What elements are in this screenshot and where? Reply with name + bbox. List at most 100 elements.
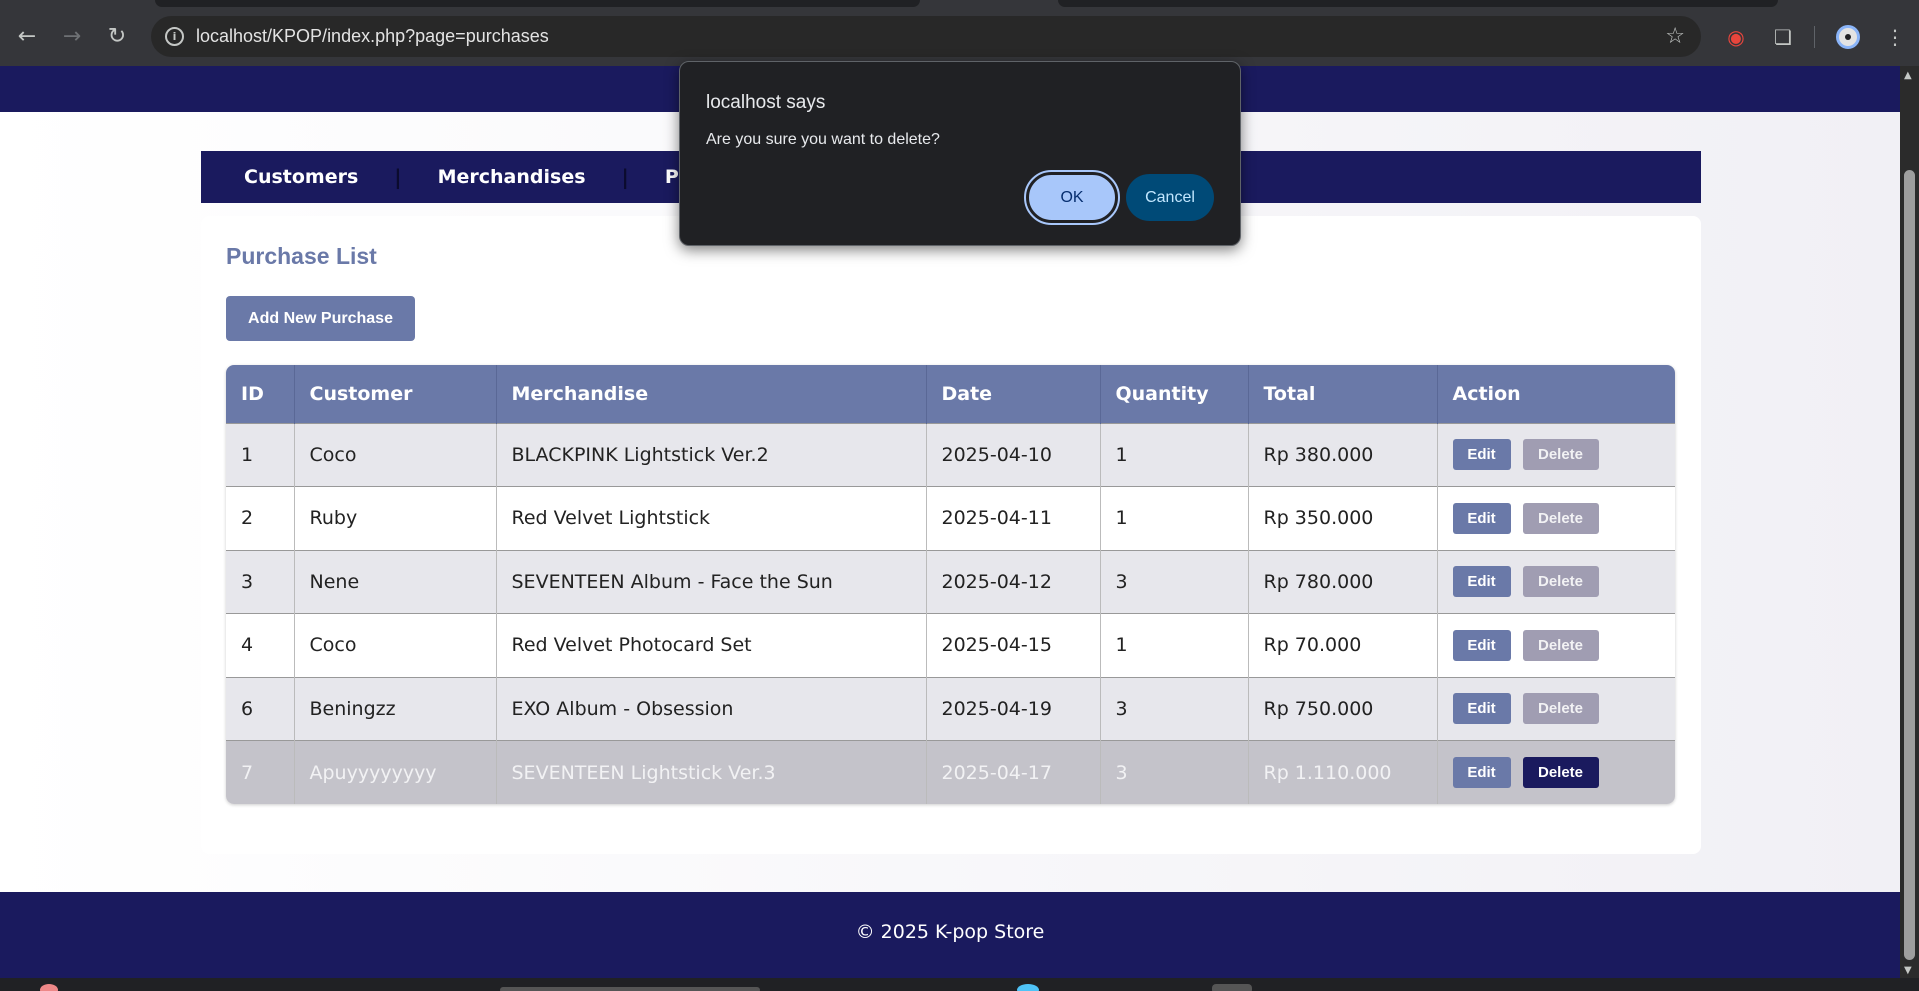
cell-action: Edit Delete <box>1437 549 1675 614</box>
cell-merchandise: Red Velvet Lightstick <box>496 486 927 550</box>
taskbar-search[interactable] <box>500 987 760 991</box>
cell-customer: Apuyyyyyyyy <box>294 740 497 804</box>
page-scrollbar[interactable]: ▲ ▼ <box>1900 66 1919 978</box>
cell-action: Edit Delete <box>1437 676 1675 741</box>
cell-merchandise: EXO Album - Obsession <box>496 676 927 741</box>
delete-button[interactable]: Delete <box>1522 757 1599 788</box>
cell-quantity: 3 <box>1100 676 1249 741</box>
delete-button[interactable]: Delete <box>1522 629 1599 661</box>
edit-button[interactable]: Edit <box>1452 566 1511 598</box>
edit-button[interactable]: Edit <box>1452 629 1511 661</box>
cell-date: 2025-04-12 <box>926 549 1101 614</box>
ok-button[interactable]: OK <box>1024 170 1120 225</box>
cell-total: Rp 350.000 <box>1248 486 1438 550</box>
info-icon[interactable]: i <box>165 27 184 46</box>
edit-button[interactable]: Edit <box>1452 439 1511 471</box>
cell-date: 2025-04-15 <box>926 613 1101 677</box>
table-header-row: ID Customer Merchandise Date Quantity To… <box>226 365 1675 423</box>
star-icon[interactable]: ☆ <box>1665 24 1685 49</box>
cell-id: 2 <box>226 486 295 550</box>
address-bar[interactable]: i localhost/KPOP/index.php?page=purchase… <box>151 16 1701 57</box>
cell-id: 1 <box>226 422 295 487</box>
scroll-down-icon[interactable]: ▼ <box>1904 965 1912 976</box>
nav-separator: | <box>394 165 402 189</box>
cell-id: 7 <box>226 740 295 804</box>
nav-item-customers[interactable]: Customers <box>244 166 358 188</box>
cell-date: 2025-04-19 <box>926 676 1101 741</box>
cell-quantity: 1 <box>1100 422 1249 487</box>
cell-quantity: 1 <box>1100 613 1249 677</box>
back-arrow-icon[interactable]: ← <box>12 22 42 52</box>
delete-button[interactable]: Delete <box>1522 566 1599 598</box>
nav-item-merchandises[interactable]: Merchandises <box>438 166 586 188</box>
delete-button[interactable]: Delete <box>1522 693 1599 725</box>
table-row: 6 Beningzz EXO Album - Obsession 2025-04… <box>226 676 1675 741</box>
delete-button[interactable]: Delete <box>1522 502 1599 534</box>
scrollbar-thumb[interactable] <box>1904 170 1915 960</box>
dialog-title: localhost says <box>706 92 826 113</box>
taskbar-app-icon[interactable] <box>40 984 58 991</box>
header-total: Total <box>1248 365 1438 423</box>
header-merchandise: Merchandise <box>496 365 927 423</box>
cell-total: Rp 780.000 <box>1248 549 1438 614</box>
cell-quantity: 3 <box>1100 740 1249 804</box>
cell-customer: Coco <box>294 422 497 487</box>
cell-action: Edit Delete <box>1437 740 1675 804</box>
cell-total: Rp 750.000 <box>1248 676 1438 741</box>
cell-total: Rp 380.000 <box>1248 422 1438 487</box>
cell-date: 2025-04-17 <box>926 740 1101 804</box>
table-row: 3 Nene SEVENTEEN Album - Face the Sun 20… <box>226 549 1675 614</box>
cell-action: Edit Delete <box>1437 613 1675 677</box>
nav-separator: | <box>621 165 629 189</box>
delete-button[interactable]: Delete <box>1522 439 1599 471</box>
footer-copyright: © 2025 K-pop Store <box>855 921 1045 943</box>
extensions-icon[interactable]: ❏ <box>1768 22 1798 52</box>
cell-id: 4 <box>226 613 295 677</box>
purchase-table: ID Customer Merchandise Date Quantity To… <box>226 365 1675 804</box>
header-action: Action <box>1437 365 1675 423</box>
url-text[interactable]: localhost/KPOP/index.php?page=purchases <box>196 26 549 47</box>
taskbar-app-icon[interactable] <box>1212 984 1252 991</box>
browser-toolbar: ← → ↻ i localhost/KPOP/index.php?page=pu… <box>0 0 1919 66</box>
cell-merchandise: Red Velvet Photocard Set <box>496 613 927 677</box>
scroll-up-icon[interactable]: ▲ <box>1904 70 1912 81</box>
table-row-hovered: 7 Apuyyyyyyyy SEVENTEEN Lightstick Ver.3… <box>226 740 1675 804</box>
profile-avatar[interactable] <box>1836 25 1860 49</box>
confirm-dialog: localhost says Are you sure you want to … <box>679 61 1241 246</box>
cell-quantity: 1 <box>1100 486 1249 550</box>
cell-total: Rp 70.000 <box>1248 613 1438 677</box>
edit-button[interactable]: Edit <box>1452 757 1511 788</box>
toolbar-divider <box>1814 26 1815 48</box>
cell-merchandise: SEVENTEEN Lightstick Ver.3 <box>496 740 927 804</box>
cell-action: Edit Delete <box>1437 486 1675 550</box>
cell-customer: Coco <box>294 613 497 677</box>
table-row: 4 Coco Red Velvet Photocard Set 2025-04-… <box>226 613 1675 677</box>
dialog-message: Are you sure you want to delete? <box>706 131 940 148</box>
screen-record-icon[interactable]: ◉ <box>1721 22 1751 52</box>
cell-customer: Ruby <box>294 486 497 550</box>
cell-merchandise: SEVENTEEN Album - Face the Sun <box>496 549 927 614</box>
purchase-card: Purchase List Add New Purchase ID Custom… <box>201 216 1701 854</box>
edit-button[interactable]: Edit <box>1452 693 1511 725</box>
cell-customer: Beningzz <box>294 676 497 741</box>
cancel-button[interactable]: Cancel <box>1126 174 1214 221</box>
add-purchase-button[interactable]: Add New Purchase <box>226 296 415 341</box>
cell-id: 6 <box>226 676 295 741</box>
cell-merchandise: BLACKPINK Lightstick Ver.2 <box>496 422 927 487</box>
reload-icon[interactable]: ↻ <box>102 22 132 52</box>
site-footer: © 2025 K-pop Store <box>0 892 1900 978</box>
cell-action: Edit Delete <box>1437 422 1675 487</box>
cell-date: 2025-04-11 <box>926 486 1101 550</box>
page-title: Purchase List <box>226 243 377 269</box>
menu-kebab-icon[interactable]: ⋮ <box>1880 22 1910 52</box>
os-taskbar <box>0 978 1919 991</box>
header-date: Date <box>926 365 1101 423</box>
taskbar-app-icon[interactable] <box>1017 984 1039 991</box>
cell-date: 2025-04-10 <box>926 422 1101 487</box>
cell-quantity: 3 <box>1100 549 1249 614</box>
edit-button[interactable]: Edit <box>1452 502 1511 534</box>
tab-strip-edge <box>155 0 920 7</box>
header-id: ID <box>226 365 295 423</box>
forward-arrow-icon[interactable]: → <box>57 22 87 52</box>
cell-total: Rp 1.110.000 <box>1248 740 1438 804</box>
